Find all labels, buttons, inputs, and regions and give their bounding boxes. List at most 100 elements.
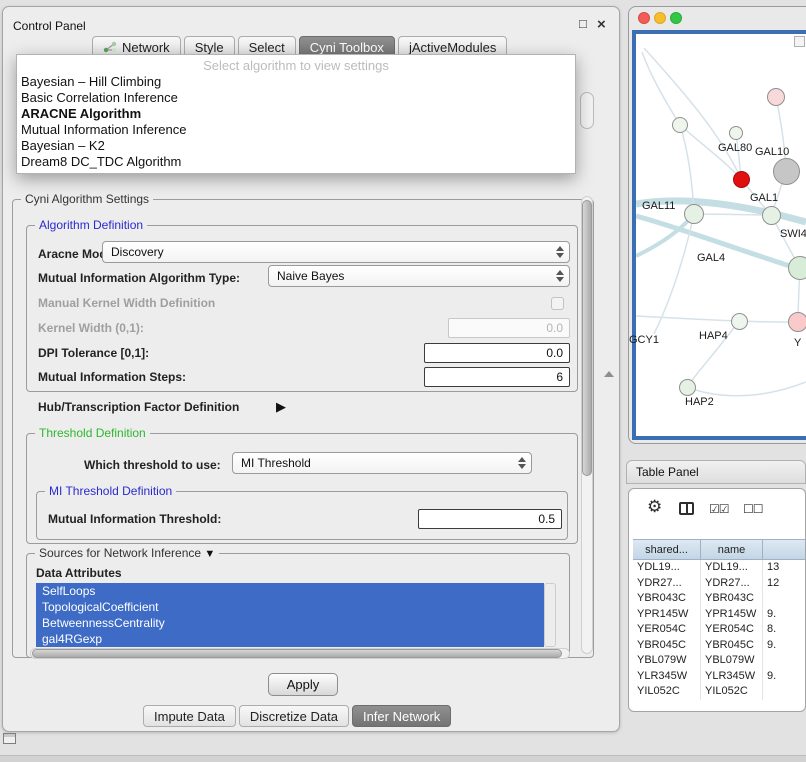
network-node-highlighted[interactable] [733, 171, 750, 188]
cell-value: 8. [763, 622, 806, 638]
cell-name: YBR043C [701, 591, 763, 607]
aracne-mode-combo[interactable]: Discovery [102, 241, 570, 263]
apply-button[interactable]: Apply [268, 673, 338, 696]
list-item[interactable]: SelfLoops [36, 583, 544, 599]
cell-shared: YDR27... [633, 576, 701, 592]
cell-value [763, 653, 806, 669]
cell-shared: YBR043C [633, 591, 701, 607]
node-label: HAP2 [685, 396, 714, 408]
select-all-checkboxes-icon[interactable]: ☑☑ [709, 502, 729, 516]
list-item[interactable]: TopologicalCoefficient [36, 599, 544, 615]
minimize-traffic-light-icon[interactable] [654, 12, 666, 24]
close-traffic-light-icon[interactable] [638, 12, 650, 24]
gear-icon[interactable]: ⚙ [647, 497, 662, 517]
which-threshold-label: Which threshold to use: [84, 458, 221, 472]
kernel-width-field[interactable]: 0.0 [448, 318, 570, 338]
algorithm-option[interactable]: Mutual Information Inference [17, 122, 575, 138]
which-threshold-combo[interactable]: MI Threshold [232, 452, 532, 474]
table-row[interactable]: YBR045C YBR045C 9. [633, 638, 806, 654]
dpi-tolerance-field[interactable]: 0.0 [424, 343, 570, 363]
collapsed-panel-icon[interactable] [3, 733, 16, 744]
cell-value: 13 [763, 560, 806, 576]
combo-arrows-icon [515, 457, 531, 469]
table-row[interactable]: YER054C YER054C 8. [633, 622, 806, 638]
cell-name: YBR045C [701, 638, 763, 654]
cell-value [763, 591, 806, 607]
network-node[interactable] [679, 379, 696, 396]
node-label: GAL80 [718, 142, 752, 154]
settings-vertical-scrollbar-thumb[interactable] [582, 200, 592, 476]
table-row[interactable]: YBR043C YBR043C [633, 591, 806, 607]
tab-impute-data[interactable]: Impute Data [143, 705, 236, 727]
mi-type-combo[interactable]: Naive Bayes [268, 265, 570, 287]
cell-name: YDR27... [701, 576, 763, 592]
settings-horizontal-scrollbar-thumb[interactable] [32, 649, 562, 658]
node-label: Y [794, 337, 801, 349]
network-node[interactable] [788, 312, 806, 332]
mi-threshold-group-title: MI Threshold Definition [45, 484, 176, 498]
table-row[interactable]: YDR27... YDR27... 12 [633, 576, 806, 592]
hub-expand-arrow-icon[interactable]: ▶ [276, 399, 286, 415]
algorithm-option[interactable]: Dream8 DC_TDC Algorithm [17, 154, 575, 170]
close-window-icon[interactable]: × [597, 16, 606, 33]
algorithm-option[interactable]: Bayesian – K2 [17, 138, 575, 154]
cell-value [763, 684, 806, 700]
tab-infer-network[interactable]: Infer Network [352, 705, 451, 727]
table-panel-titlebar: Table Panel [626, 460, 806, 484]
tab-select-label: Select [249, 40, 285, 55]
column-header-shared-name[interactable]: shared... [633, 540, 701, 559]
algorithm-option[interactable]: Basic Correlation Inference [17, 90, 575, 106]
screen: Control Panel □ × Network Style Select C… [0, 0, 806, 762]
network-node[interactable] [767, 88, 785, 106]
table-row[interactable]: YDL19... YDL19... 13 [633, 560, 806, 576]
column-header-name[interactable]: name [701, 540, 763, 559]
cell-value: 9. [763, 638, 806, 654]
sources-collapse-arrow-icon[interactable]: ▼ [204, 548, 215, 560]
tab-infer-network-label: Infer Network [363, 709, 440, 724]
column-header-extra[interactable] [763, 540, 806, 559]
cell-name: YDL19... [701, 560, 763, 576]
network-node[interactable] [731, 313, 748, 330]
bottom-edge-strip [0, 755, 806, 762]
table-row[interactable]: YBL079W YBL079W [633, 653, 806, 669]
network-icon [103, 41, 117, 53]
mi-type-label: Mutual Information Algorithm Type: [38, 271, 240, 285]
tab-discretize-data[interactable]: Discretize Data [239, 705, 349, 727]
data-attributes-list: SelfLoops TopologicalCoefficient Between… [36, 583, 544, 647]
network-node[interactable] [762, 206, 781, 225]
clear-all-checkboxes-icon[interactable]: ☐☐ [743, 502, 763, 516]
network-node[interactable] [788, 256, 806, 280]
list-scrollbar[interactable] [544, 583, 556, 647]
kernel-width-label: Kernel Width (0,1): [38, 321, 144, 335]
node-label: GAL4 [697, 252, 725, 264]
panel-collapse-arrow-icon[interactable] [604, 371, 614, 377]
zoom-traffic-light-icon[interactable] [670, 12, 682, 24]
table-row[interactable]: YIL052C YIL052C [633, 684, 806, 700]
network-node[interactable] [672, 117, 688, 133]
mi-steps-field[interactable]: 6 [424, 367, 570, 387]
tab-network-label: Network [122, 40, 170, 55]
network-node[interactable] [773, 158, 800, 185]
mi-type-value: Naive Bayes [269, 269, 344, 283]
network-node[interactable] [729, 126, 743, 140]
table-row[interactable]: YLR345W YLR345W 9. [633, 669, 806, 685]
aracne-mode-value: Discovery [103, 245, 164, 259]
hidden-control-fragment [580, 92, 594, 129]
manual-kernel-checkbox[interactable] [551, 297, 564, 310]
columns-icon[interactable] [679, 502, 694, 515]
algorithm-option-selected[interactable]: ARACNE Algorithm [17, 106, 575, 122]
network-node[interactable] [684, 204, 704, 224]
sources-group-title: Sources for Network Inference ▼ [35, 546, 219, 560]
table-row[interactable]: YPR145W YPR145W 9. [633, 607, 806, 623]
cell-shared: YBL079W [633, 653, 701, 669]
list-item[interactable]: gal4RGexp [36, 631, 544, 647]
list-item[interactable]: BetweennessCentrality [36, 615, 544, 631]
algorithm-dropdown-popup: Select algorithm to view settings Bayesi… [16, 54, 576, 174]
tab-style-label: Style [195, 40, 224, 55]
algorithm-option[interactable]: Bayesian – Hill Climbing [17, 74, 575, 90]
float-window-icon[interactable]: □ [579, 16, 587, 31]
mi-threshold-field[interactable]: 0.5 [418, 509, 562, 529]
tab-discretize-data-label: Discretize Data [250, 709, 338, 724]
cell-name: YER054C [701, 622, 763, 638]
cell-shared: YIL052C [633, 684, 701, 700]
